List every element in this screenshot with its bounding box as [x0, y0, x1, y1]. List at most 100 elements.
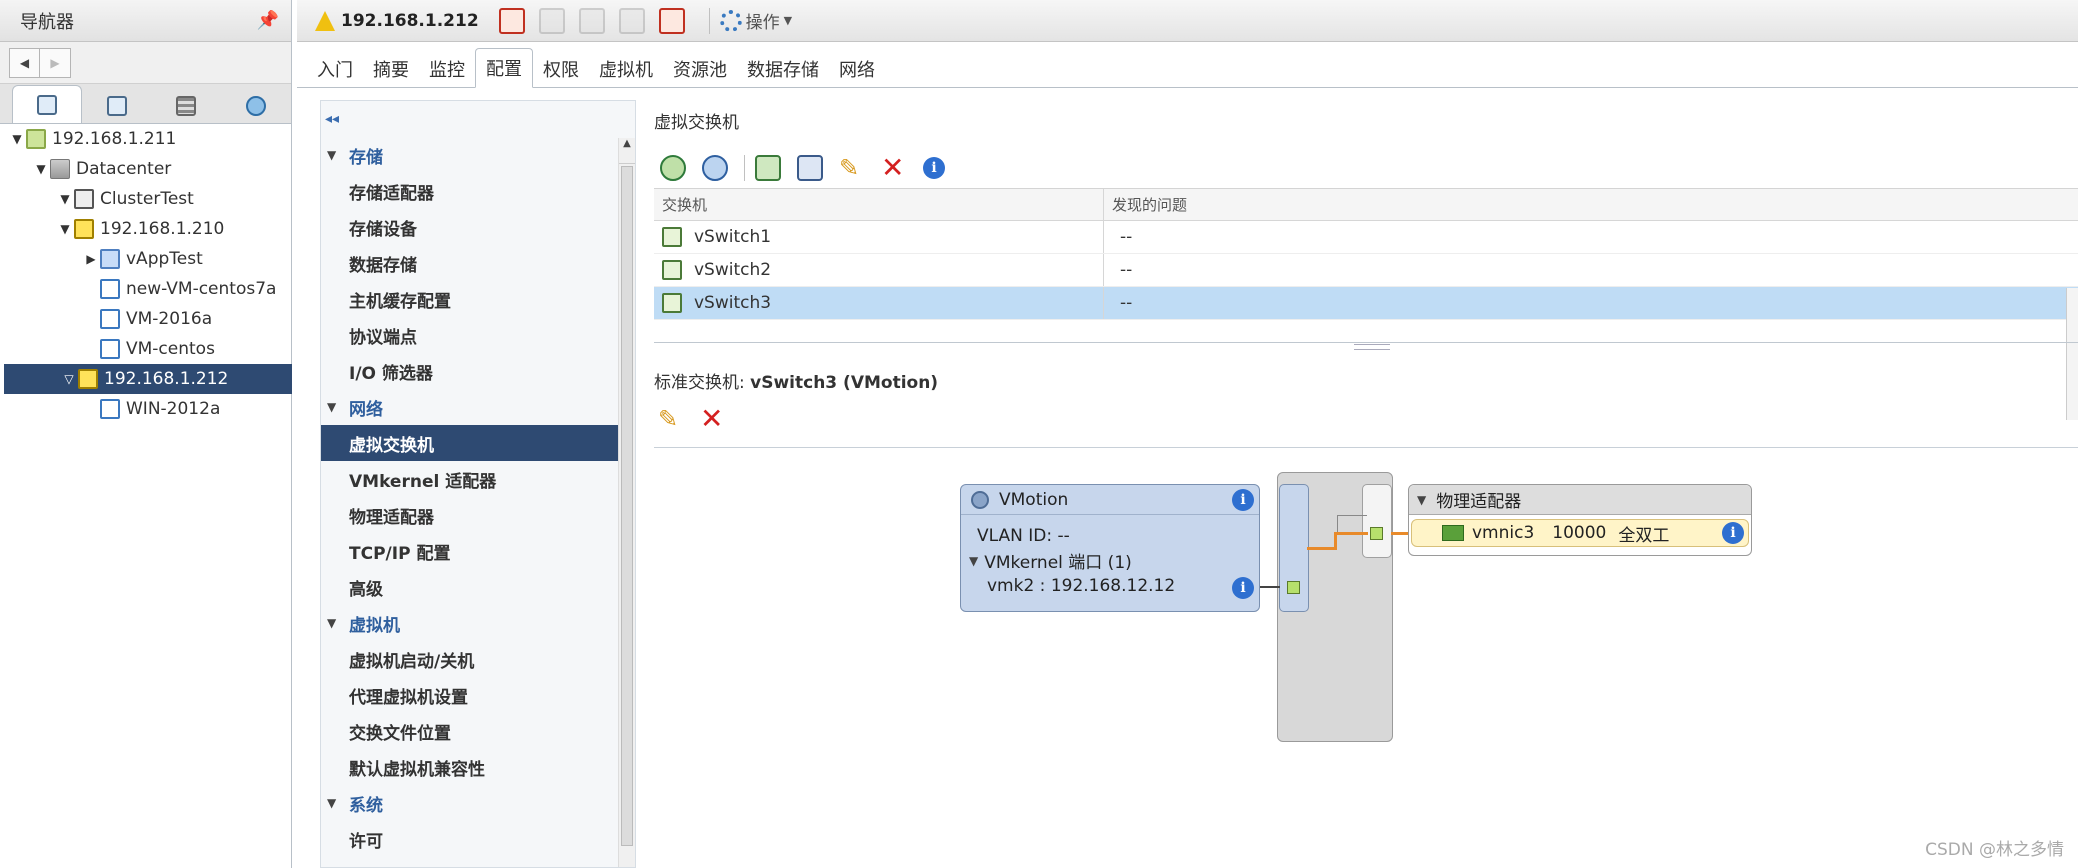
migrate-adapter-icon[interactable]	[797, 155, 823, 181]
tab-permissions[interactable]: 权限	[533, 51, 589, 87]
tree-node-host-210[interactable]: ▼ 192.168.1.210	[0, 214, 292, 244]
menu-item-vmkernel-adapters[interactable]: VMkernel 适配器	[321, 461, 635, 497]
menu-item-physical-adapters[interactable]: 物理适配器	[321, 497, 635, 533]
column-header-switch[interactable]: 交换机	[654, 189, 1104, 220]
column-header-issues[interactable]: 发现的问题	[1104, 189, 2078, 220]
menu-item-agent-vm[interactable]: 代理虚拟机设置	[321, 677, 635, 713]
tree-node-datacenter[interactable]: ▼ Datacenter	[0, 154, 292, 184]
menu-item-licensing[interactable]: 许可	[321, 821, 635, 857]
host-warning-icon	[78, 369, 98, 389]
menu-item-io-filters[interactable]: I/O 筛选器	[321, 353, 635, 389]
vmk-row[interactable]: vmk2 : 192.168.12.12 i	[961, 573, 1259, 599]
pin-icon[interactable]: 📌	[257, 10, 279, 31]
expand-arrow-icon[interactable]: ▼	[56, 192, 74, 206]
port-connector-icon	[1370, 527, 1383, 540]
remove-icon[interactable]: ✕	[881, 154, 907, 182]
vm-icon	[100, 279, 120, 299]
connection-line	[1260, 586, 1280, 588]
expand-arrow-icon[interactable]: ▼	[8, 132, 26, 146]
info-icon[interactable]: i	[1232, 488, 1254, 511]
hosts-clusters-tab[interactable]	[12, 85, 82, 123]
menu-item-vm-compat[interactable]: 默认虚拟机兼容性	[321, 749, 635, 785]
tree-node-vm[interactable]: VM-2016a	[0, 304, 292, 334]
manage-adapters-icon[interactable]	[755, 155, 781, 181]
tree-node-vm[interactable]: WIN-2012a	[0, 394, 292, 424]
vmk-label: vmk2 : 192.168.12.12	[987, 575, 1176, 596]
menu-group-networking[interactable]: ▼ 网络	[321, 389, 635, 425]
menu-item-virtual-switches[interactable]: 虚拟交换机	[321, 425, 618, 461]
remove-icon[interactable]: ✕	[700, 405, 726, 433]
expand-arrow-icon[interactable]: ▼	[56, 222, 74, 236]
menu-group-system[interactable]: ▼ 系统	[321, 785, 635, 821]
tree-node-cluster[interactable]: ▼ ClusterTest	[0, 184, 292, 214]
menu-scrollbar[interactable]: ▲	[618, 138, 635, 867]
tree-node-host-212[interactable]: ▽ 192.168.1.212	[4, 364, 292, 394]
collapse-menu-button[interactable]: ◂◂	[321, 101, 635, 137]
back-button[interactable]: ◀	[9, 47, 40, 78]
menu-group-storage[interactable]: ▼ 存储	[321, 137, 635, 173]
host-warning-icon	[315, 10, 335, 31]
tab-configure[interactable]: 配置	[475, 48, 533, 88]
vmkernel-ports-row[interactable]: ▼ VMkernel 端口 (1)	[961, 548, 1259, 573]
switch-table-header: 交换机 发现的问题	[654, 189, 2078, 221]
tree-node-label: new-VM-centos7a	[126, 279, 277, 299]
reboot-host-icon[interactable]	[658, 7, 685, 34]
collapse-arrow-icon: ▼	[327, 400, 337, 414]
navigator-panel: 导航器 📌 ◀ ▶ ▼ 192.168.1.211 ▼ Datacenter ▼…	[0, 0, 292, 868]
menu-group-vms[interactable]: ▼ 虚拟机	[321, 605, 635, 641]
menu-item-storage-adapters[interactable]: 存储适配器	[321, 173, 635, 209]
tree-node-vcenter[interactable]: ▼ 192.168.1.211	[0, 124, 292, 154]
menu-item-vm-startup[interactable]: 虚拟机启动/关机	[321, 641, 635, 677]
tree-node-vm[interactable]: VM-centos	[0, 334, 292, 364]
add-networking-icon[interactable]	[660, 155, 686, 181]
table-row[interactable]: vSwitch2 --	[654, 254, 2078, 287]
refresh-icon[interactable]	[702, 155, 728, 181]
menu-item-host-cache[interactable]: 主机缓存配置	[321, 281, 635, 317]
panel-splitter[interactable]	[654, 342, 2078, 350]
expand-arrow-icon[interactable]: ▶	[82, 252, 100, 266]
table-row[interactable]: vSwitch1 --	[654, 221, 2078, 254]
vmnic-row[interactable]: vmnic3 10000 全双工 i	[1411, 519, 1749, 547]
vswitch-icon	[662, 293, 682, 313]
tree-node-vapp[interactable]: ▶ vAppTest	[0, 244, 292, 274]
storage-tab[interactable]	[152, 89, 222, 123]
networking-tab[interactable]	[221, 89, 291, 123]
expand-arrow-icon[interactable]: ▽	[60, 372, 78, 386]
tab-vms[interactable]: 虚拟机	[589, 51, 663, 87]
tab-getting-started[interactable]: 入门	[307, 51, 363, 87]
scroll-thumb[interactable]	[621, 166, 633, 846]
physical-adapters-title: 物理适配器	[1436, 492, 1522, 512]
tab-datastores[interactable]: 数据存储	[737, 51, 829, 87]
enter-maintenance-icon[interactable]	[578, 7, 605, 34]
navigator-title: 导航器	[20, 11, 74, 33]
table-scrollbar[interactable]	[2066, 288, 2078, 420]
info-icon[interactable]: i	[1232, 577, 1254, 599]
tree-node-vm[interactable]: new-VM-centos7a	[0, 274, 292, 304]
forward-button[interactable]: ▶	[40, 47, 71, 78]
tab-networks[interactable]: 网络	[829, 51, 885, 87]
tab-resource-pools[interactable]: 资源池	[663, 51, 737, 87]
new-vm-icon[interactable]	[498, 7, 525, 34]
table-row-selected[interactable]: vSwitch3 --	[654, 287, 2078, 320]
tab-summary[interactable]: 摘要	[363, 51, 419, 87]
menu-item-tcpip[interactable]: TCP/IP 配置	[321, 533, 635, 569]
tree-node-label: 192.168.1.211	[52, 129, 177, 149]
menu-item-storage-devices[interactable]: 存储设备	[321, 209, 635, 245]
info-icon[interactable]: i	[1722, 522, 1744, 544]
menu-item-swap-file[interactable]: 交换文件位置	[321, 713, 635, 749]
menu-item-advanced[interactable]: 高级	[321, 569, 635, 605]
scroll-up-icon[interactable]: ▲	[619, 138, 635, 164]
port-group-card[interactable]: VMotion i VLAN ID: -- ▼ VMkernel 端口 (1) …	[960, 484, 1260, 612]
tab-monitor[interactable]: 监控	[419, 51, 475, 87]
exit-maintenance-icon[interactable]	[618, 7, 645, 34]
edit-pencil-icon[interactable]: ✎	[658, 406, 684, 432]
menu-item-datastores[interactable]: 数据存储	[321, 245, 635, 281]
expand-arrow-icon[interactable]: ▼	[32, 162, 50, 176]
info-icon[interactable]: i	[923, 157, 945, 179]
menu-item-protocol-endpoints[interactable]: 协议端点	[321, 317, 635, 353]
deploy-ovf-icon[interactable]	[538, 7, 565, 34]
edit-pencil-icon[interactable]: ✎	[839, 155, 865, 181]
physical-adapters-card[interactable]: ▼ 物理适配器 vmnic3 10000 全双工 i	[1408, 484, 1752, 556]
actions-menu[interactable]: 操作 ▼	[719, 8, 792, 33]
vms-templates-tab[interactable]	[82, 89, 152, 123]
